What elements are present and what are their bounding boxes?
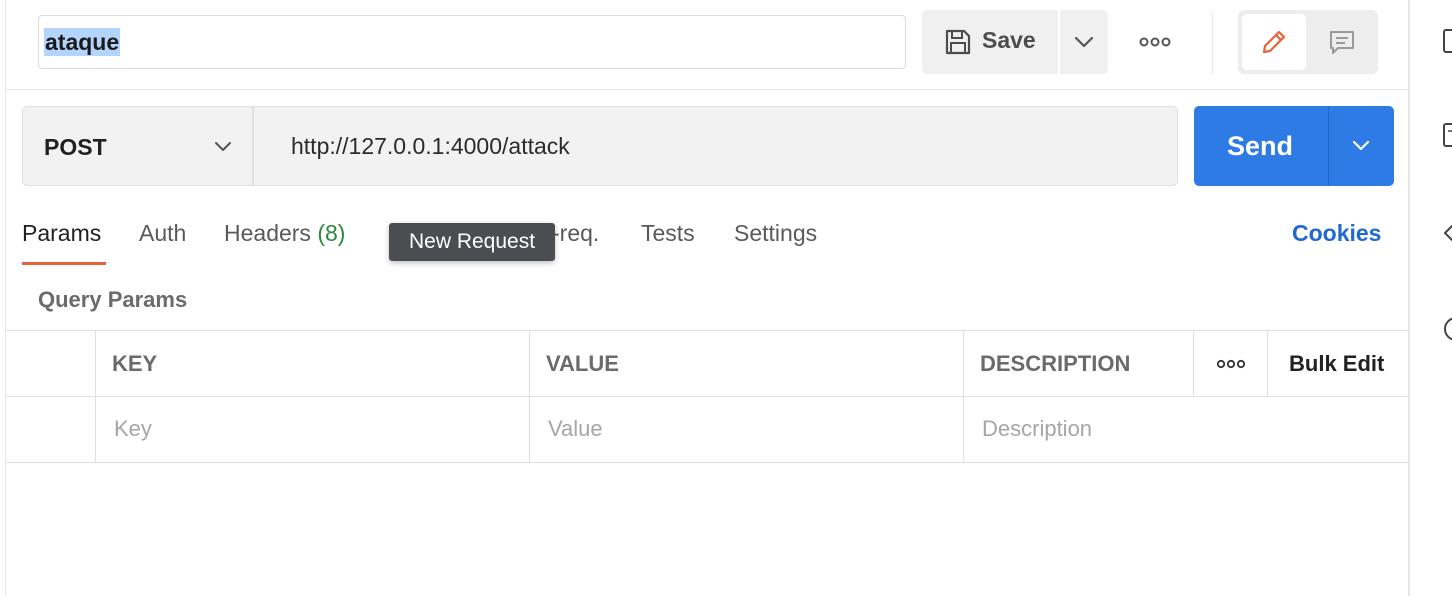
bulk-edit-label: Bulk Edit bbox=[1289, 351, 1385, 376]
tab-pre-request[interactable]: -req. bbox=[552, 220, 599, 247]
row-checkbox-cell bbox=[6, 397, 96, 463]
more-horizontal-icon bbox=[1216, 359, 1246, 369]
request-name-field[interactable]: ataque bbox=[38, 15, 906, 69]
send-button[interactable]: Send bbox=[1194, 106, 1394, 186]
info-icon[interactable] bbox=[1440, 316, 1452, 342]
key-input[interactable]: Key bbox=[96, 397, 530, 463]
tooltip: New Request bbox=[389, 223, 555, 261]
tab-headers-label: Headers bbox=[224, 220, 311, 246]
value-header-label: VALUE bbox=[546, 351, 619, 376]
bulk-edit-button[interactable]: Bulk Edit bbox=[1268, 331, 1408, 397]
more-horizontal-icon[interactable] bbox=[1138, 36, 1172, 48]
comment-icon bbox=[1330, 31, 1354, 54]
save-options-button[interactable] bbox=[1060, 10, 1108, 74]
chevron-down-icon bbox=[215, 142, 231, 151]
right-sidebar bbox=[1410, 0, 1452, 596]
description-column-header: DESCRIPTION bbox=[964, 331, 1194, 397]
send-label: Send bbox=[1227, 131, 1294, 161]
key-header-label: KEY bbox=[112, 351, 158, 376]
tab-auth[interactable]: Auth bbox=[139, 220, 186, 247]
tab-tests[interactable]: Tests bbox=[641, 220, 695, 247]
description-header-label: DESCRIPTION bbox=[980, 351, 1131, 376]
request-header-bar: ataque Save bbox=[6, 0, 1408, 90]
active-tab-indicator bbox=[22, 262, 106, 265]
request-name-text[interactable]: ataque bbox=[44, 28, 121, 56]
checkbox-column-header bbox=[6, 331, 96, 397]
table-header-row: KEY VALUE DESCRIPTION Bulk Edit bbox=[6, 331, 1408, 397]
save-icon bbox=[945, 29, 971, 55]
method-label: POST bbox=[44, 134, 107, 160]
view-toggle-group bbox=[1238, 10, 1378, 74]
code-snippet-icon[interactable] bbox=[1440, 122, 1452, 148]
description-input[interactable]: Description bbox=[964, 397, 1408, 463]
divider bbox=[1212, 12, 1213, 74]
description-placeholder: Description bbox=[982, 416, 1093, 441]
headers-count-badge: (8) bbox=[317, 220, 346, 246]
tab-headers[interactable]: Headers (8) bbox=[224, 220, 345, 247]
column-options-button[interactable] bbox=[1194, 331, 1268, 397]
save-label: Save bbox=[982, 27, 1036, 53]
tab-settings[interactable]: Settings bbox=[734, 220, 817, 247]
table-row: Key Value Description bbox=[6, 397, 1408, 463]
chevron-down-icon bbox=[1074, 36, 1094, 48]
value-column-header: VALUE bbox=[530, 331, 964, 397]
url-text[interactable]: http://127.0.0.1:4000/attack bbox=[291, 133, 570, 160]
send-divider bbox=[1328, 106, 1329, 186]
chevron-down-icon[interactable] bbox=[1351, 139, 1371, 153]
cookies-link[interactable]: Cookies bbox=[1292, 220, 1381, 247]
chevron-left-icon[interactable] bbox=[1440, 220, 1452, 246]
method-select[interactable]: POST bbox=[22, 106, 253, 186]
url-input[interactable]: http://127.0.0.1:4000/attack bbox=[253, 106, 1178, 186]
save-button[interactable]: Save bbox=[922, 10, 1058, 74]
value-placeholder: Value bbox=[548, 416, 603, 441]
key-placeholder: Key bbox=[114, 416, 152, 441]
pencil-icon bbox=[1262, 30, 1286, 54]
edit-mode-button[interactable] bbox=[1242, 14, 1306, 70]
query-params-table: KEY VALUE DESCRIPTION Bulk Edit Key Valu… bbox=[6, 330, 1408, 464]
comments-button[interactable] bbox=[1310, 14, 1374, 70]
query-params-title: Query Params bbox=[38, 287, 188, 312]
tab-params[interactable]: Params bbox=[22, 220, 101, 247]
value-input[interactable]: Value bbox=[530, 397, 964, 463]
documentation-icon[interactable] bbox=[1440, 28, 1452, 54]
key-column-header: KEY bbox=[96, 331, 530, 397]
